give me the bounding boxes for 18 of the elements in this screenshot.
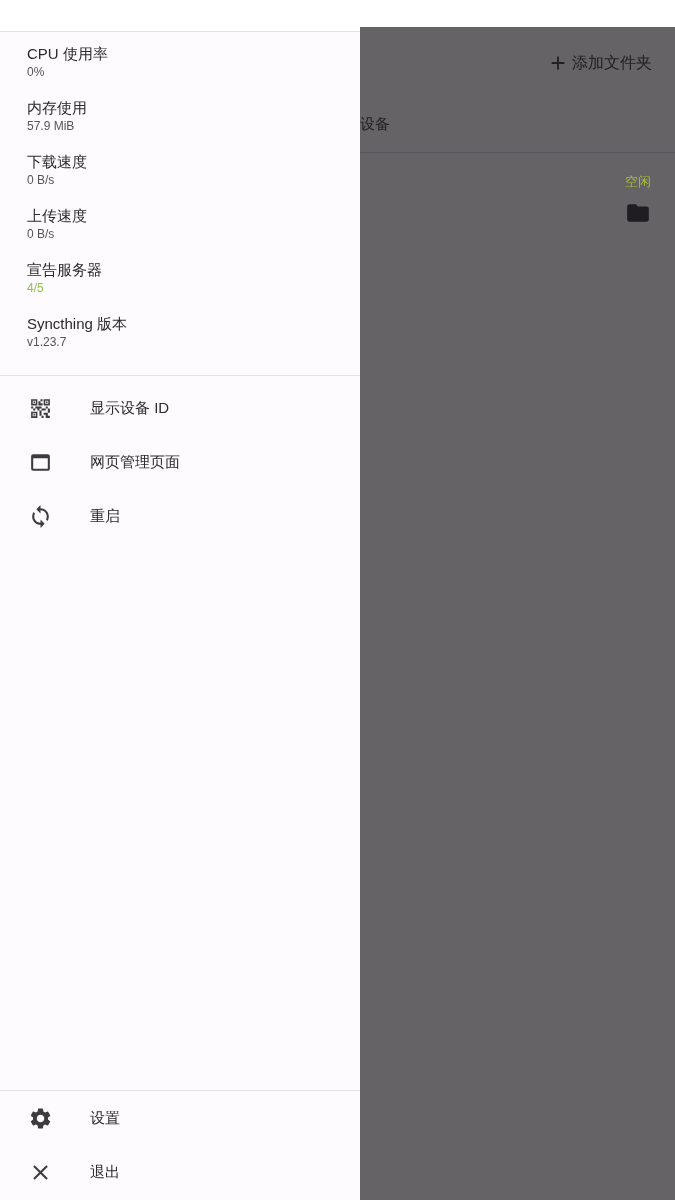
menu-item[interactable]: 网页管理页面 [0,435,360,489]
menu-item[interactable]: 退出 [0,1145,360,1199]
stat-label: 下载速度 [27,152,88,172]
stat-label: 上传速度 [27,206,88,226]
stat-value: 0% [27,64,46,81]
menu-item[interactable]: 显示设备 ID [0,381,360,435]
menu-item[interactable]: 设置 [0,1091,360,1145]
stat-label: 内存使用 [27,98,88,118]
stat-label: Syncthing 版本 [27,314,129,334]
stat-label: 宣告服务器 [27,260,103,280]
stat-value: 57.9 MiB [27,118,76,135]
stat-value: 0 B/s [27,226,56,243]
stat-label: CPU 使用率 [27,44,109,64]
menu-item[interactable]: 重启 [0,489,360,543]
stat-value: 4/5 [27,280,45,297]
stat-value: 0 B/s [27,172,56,189]
folder-status: 空闲 [625,173,651,191]
stat-value: v1.23.7 [27,334,68,351]
